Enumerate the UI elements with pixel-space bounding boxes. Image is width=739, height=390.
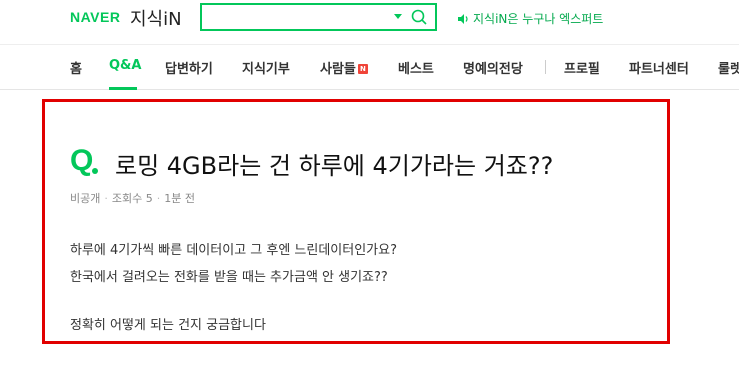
search-dropdown-icon[interactable]	[394, 14, 402, 19]
expert-link-label: 지식iN은 누구나 엑스퍼트	[473, 12, 604, 26]
nav-roulette[interactable]: 룰렛	[718, 58, 739, 77]
search-input[interactable]	[208, 8, 388, 26]
nav-qna[interactable]: Q&A	[109, 58, 141, 73]
nav-answer[interactable]: 답변하기	[165, 58, 213, 77]
jisik-in-logo[interactable]: 지식iN	[130, 5, 182, 31]
nav-donate[interactable]: 지식기부	[242, 58, 290, 77]
question-q-icon: Q	[70, 144, 94, 177]
nav-profile[interactable]: 프로필	[564, 58, 600, 77]
search-box	[200, 3, 437, 31]
visibility-label: 비공개	[70, 192, 101, 205]
question-card: Q 로밍 4GB라는 건 하루에 4기가라는 거죠?? 비공개 · 조회수 5 · 1분…	[42, 99, 670, 344]
view-count: 조회수 5	[111, 192, 153, 205]
question-body-line: 한국에서 걸려오는 전화를 받을 때는 추가금액 안 생기죠??	[70, 270, 388, 285]
nav-people[interactable]: 사람들 N	[320, 58, 368, 77]
post-time: 1분 전	[164, 192, 195, 205]
question-meta: 비공개 · 조회수 5 · 1분 전	[70, 192, 195, 205]
nav-hall-of-fame[interactable]: 명예의전당	[463, 58, 523, 77]
speaker-icon	[458, 13, 468, 24]
header: NAVER 지식iN 지식iN은 누구나 엑스퍼트	[0, 0, 739, 44]
main-nav: 홈 Q&A 답변하기 지식기부 사람들 N 베스트 명예의전당 프로필 파트너센터…	[0, 44, 739, 90]
nav-home[interactable]: 홈	[70, 58, 82, 77]
question-body-line: 하루에 4기가씩 빠른 데이터이고 그 후엔 느린데이터인가요?	[70, 243, 398, 258]
naver-logo[interactable]: NAVER	[70, 9, 120, 25]
nav-partner-center[interactable]: 파트너센터	[629, 58, 689, 77]
expert-link[interactable]: 지식iN은 누구나 엑스퍼트	[457, 10, 603, 27]
search-icon[interactable]	[410, 8, 428, 26]
nav-divider	[545, 60, 546, 74]
nav-people-label: 사람들	[320, 62, 356, 77]
new-badge: N	[357, 64, 368, 74]
question-body-line: 정확히 어떻게 되는 건지 궁금합니다	[70, 318, 266, 333]
nav-best[interactable]: 베스트	[398, 58, 434, 77]
question-q-dot	[92, 168, 98, 174]
active-tab-indicator	[109, 87, 137, 90]
question-title: 로밍 4GB라는 건 하루에 4기가라는 거죠??	[115, 152, 554, 180]
